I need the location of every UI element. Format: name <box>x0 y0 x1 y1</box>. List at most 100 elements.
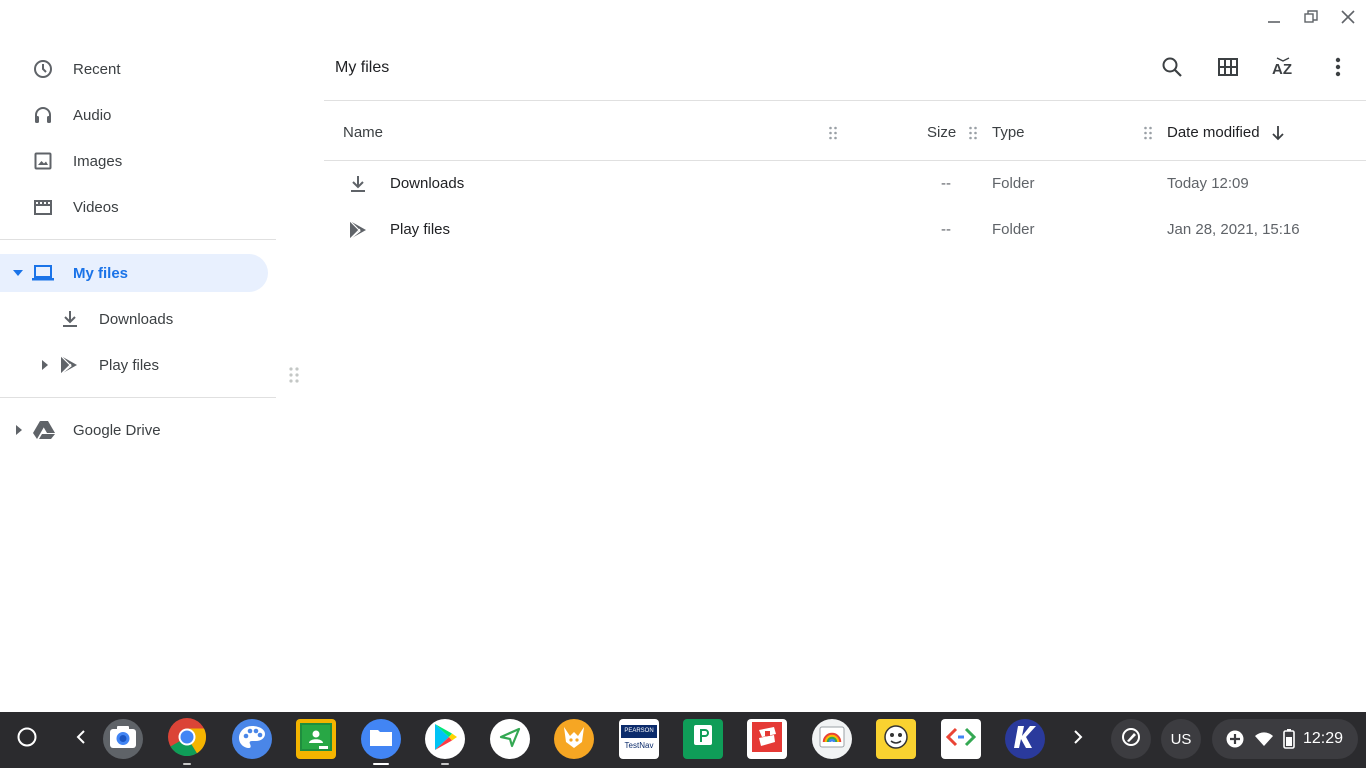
file-size: -- <box>941 221 951 238</box>
launcher-button[interactable] <box>7 719 47 759</box>
send-app[interactable] <box>490 719 530 759</box>
pear-deck-app[interactable] <box>683 719 723 759</box>
sidebar-item-label: Downloads <box>99 310 174 328</box>
close-icon <box>1341 9 1355 29</box>
running-indicator <box>441 763 449 765</box>
grid-view-button[interactable] <box>1215 56 1241 82</box>
chrome-app[interactable] <box>167 717 207 765</box>
files-app[interactable] <box>361 719 401 765</box>
testnav-app[interactable]: PEARSON TestNav <box>619 719 659 759</box>
play-store-icon <box>432 723 458 756</box>
more-vert-icon <box>1335 57 1341 82</box>
fox-app[interactable] <box>554 719 594 759</box>
pear-deck-icon <box>691 723 715 756</box>
minimize-icon <box>1267 10 1281 29</box>
sidebar-item-label: Recent <box>73 60 121 78</box>
sort-button[interactable]: AZ <box>1270 56 1296 82</box>
close-button[interactable] <box>1337 8 1359 30</box>
file-type: Folder <box>992 175 1035 192</box>
code-icon <box>945 726 977 753</box>
expand-arrow-icon[interactable] <box>8 263 28 283</box>
headphones-icon <box>33 105 53 125</box>
google-drive-icon <box>33 420 55 440</box>
header-divider <box>324 100 1366 101</box>
file-name: Play files <box>390 221 451 238</box>
shelf: PEARSON TestNav US 12:29 <box>0 712 1366 768</box>
more-options-button[interactable] <box>1325 56 1351 82</box>
drawing-app-icon <box>750 720 784 759</box>
minimize-button[interactable] <box>1263 8 1285 30</box>
sidebar-item-images[interactable]: Images <box>0 142 268 180</box>
send-icon <box>499 726 521 753</box>
kahoot-app[interactable] <box>1005 719 1045 759</box>
sidebar-item-recent[interactable]: Recent <box>0 50 268 88</box>
file-type: Folder <box>992 221 1035 238</box>
grid-view-icon <box>1217 56 1239 83</box>
stylus-icon <box>1121 727 1141 752</box>
column-resize-handle[interactable] <box>1144 126 1152 145</box>
clock-time: 12:29 <box>1303 730 1344 747</box>
active-indicator <box>373 763 389 765</box>
kahoot-icon <box>1014 724 1036 755</box>
canvas-app[interactable] <box>232 719 272 759</box>
drawing-app[interactable] <box>747 719 787 759</box>
column-type[interactable]: Type <box>992 124 1025 141</box>
file-date: Jan 28, 2021, 15:16 <box>1167 221 1300 238</box>
sidebar-item-label: My files <box>73 264 129 282</box>
running-indicator <box>183 763 191 765</box>
sidebar-item-my-files[interactable]: My files <box>0 254 268 292</box>
table-row[interactable]: Downloads -- Folder Today 12:09 <box>324 162 1366 206</box>
ime-indicator[interactable]: US <box>1161 719 1201 759</box>
more-apps-icon <box>1072 729 1084 750</box>
file-name: Downloads <box>390 175 465 192</box>
ime-label: US <box>1170 730 1192 748</box>
download-icon <box>60 309 80 329</box>
search-button[interactable] <box>1159 56 1185 82</box>
testnav-brand: PEARSON <box>621 725 657 738</box>
more-apps-button[interactable] <box>1058 719 1098 759</box>
sidebar-item-label: Audio <box>73 106 112 124</box>
fox-app-icon <box>560 724 588 755</box>
back-button[interactable] <box>61 719 101 759</box>
monkey-app[interactable] <box>876 719 916 759</box>
sidebar-resize-handle[interactable] <box>289 367 299 388</box>
camera-icon <box>109 725 137 754</box>
column-resize-handle[interactable] <box>829 126 837 145</box>
sidebar-divider <box>0 239 276 240</box>
column-header-divider <box>324 160 1366 161</box>
sidebar-item-label: Videos <box>73 198 119 216</box>
play-store-icon <box>348 220 368 245</box>
laptop-icon <box>32 263 54 283</box>
sidebar-item-label: Images <box>73 152 123 170</box>
image-icon <box>33 151 53 171</box>
expand-arrow-icon[interactable] <box>34 355 54 375</box>
cursive-app[interactable] <box>812 719 852 759</box>
play-store-app[interactable] <box>425 719 465 765</box>
column-resize-handle[interactable] <box>969 126 977 145</box>
download-icon <box>348 174 368 199</box>
sidebar-item-google-drive[interactable]: Google Drive <box>0 411 268 449</box>
sidebar-item-label: Play files <box>99 356 160 374</box>
wifi-icon <box>1254 731 1274 752</box>
restore-button[interactable] <box>1300 8 1322 30</box>
sort-descending-icon[interactable] <box>1271 125 1285 146</box>
table-row[interactable]: Play files -- Folder Jan 28, 2021, 15:16 <box>324 208 1366 252</box>
sidebar-item-downloads[interactable]: Downloads <box>0 300 268 338</box>
system-tray[interactable]: 12:29 <box>1212 719 1358 759</box>
expand-arrow-icon[interactable] <box>8 420 28 440</box>
sidebar-divider <box>0 397 276 398</box>
sidebar-item-videos[interactable]: Videos <box>0 188 268 226</box>
column-name[interactable]: Name <box>343 124 383 141</box>
camera-app[interactable] <box>103 719 143 759</box>
sidebar-item-audio[interactable]: Audio <box>0 96 268 134</box>
stylus-tools-button[interactable] <box>1111 719 1151 759</box>
column-size[interactable]: Size <box>927 124 956 141</box>
code-app[interactable] <box>941 719 981 759</box>
search-icon <box>1161 56 1183 83</box>
sidebar-item-play-files[interactable]: Play files <box>0 346 268 384</box>
classroom-app[interactable] <box>296 719 336 759</box>
battery-icon <box>1283 729 1295 754</box>
files-icon <box>369 727 393 752</box>
monkey-app-icon <box>881 722 911 757</box>
column-date-modified[interactable]: Date modified <box>1167 124 1260 141</box>
